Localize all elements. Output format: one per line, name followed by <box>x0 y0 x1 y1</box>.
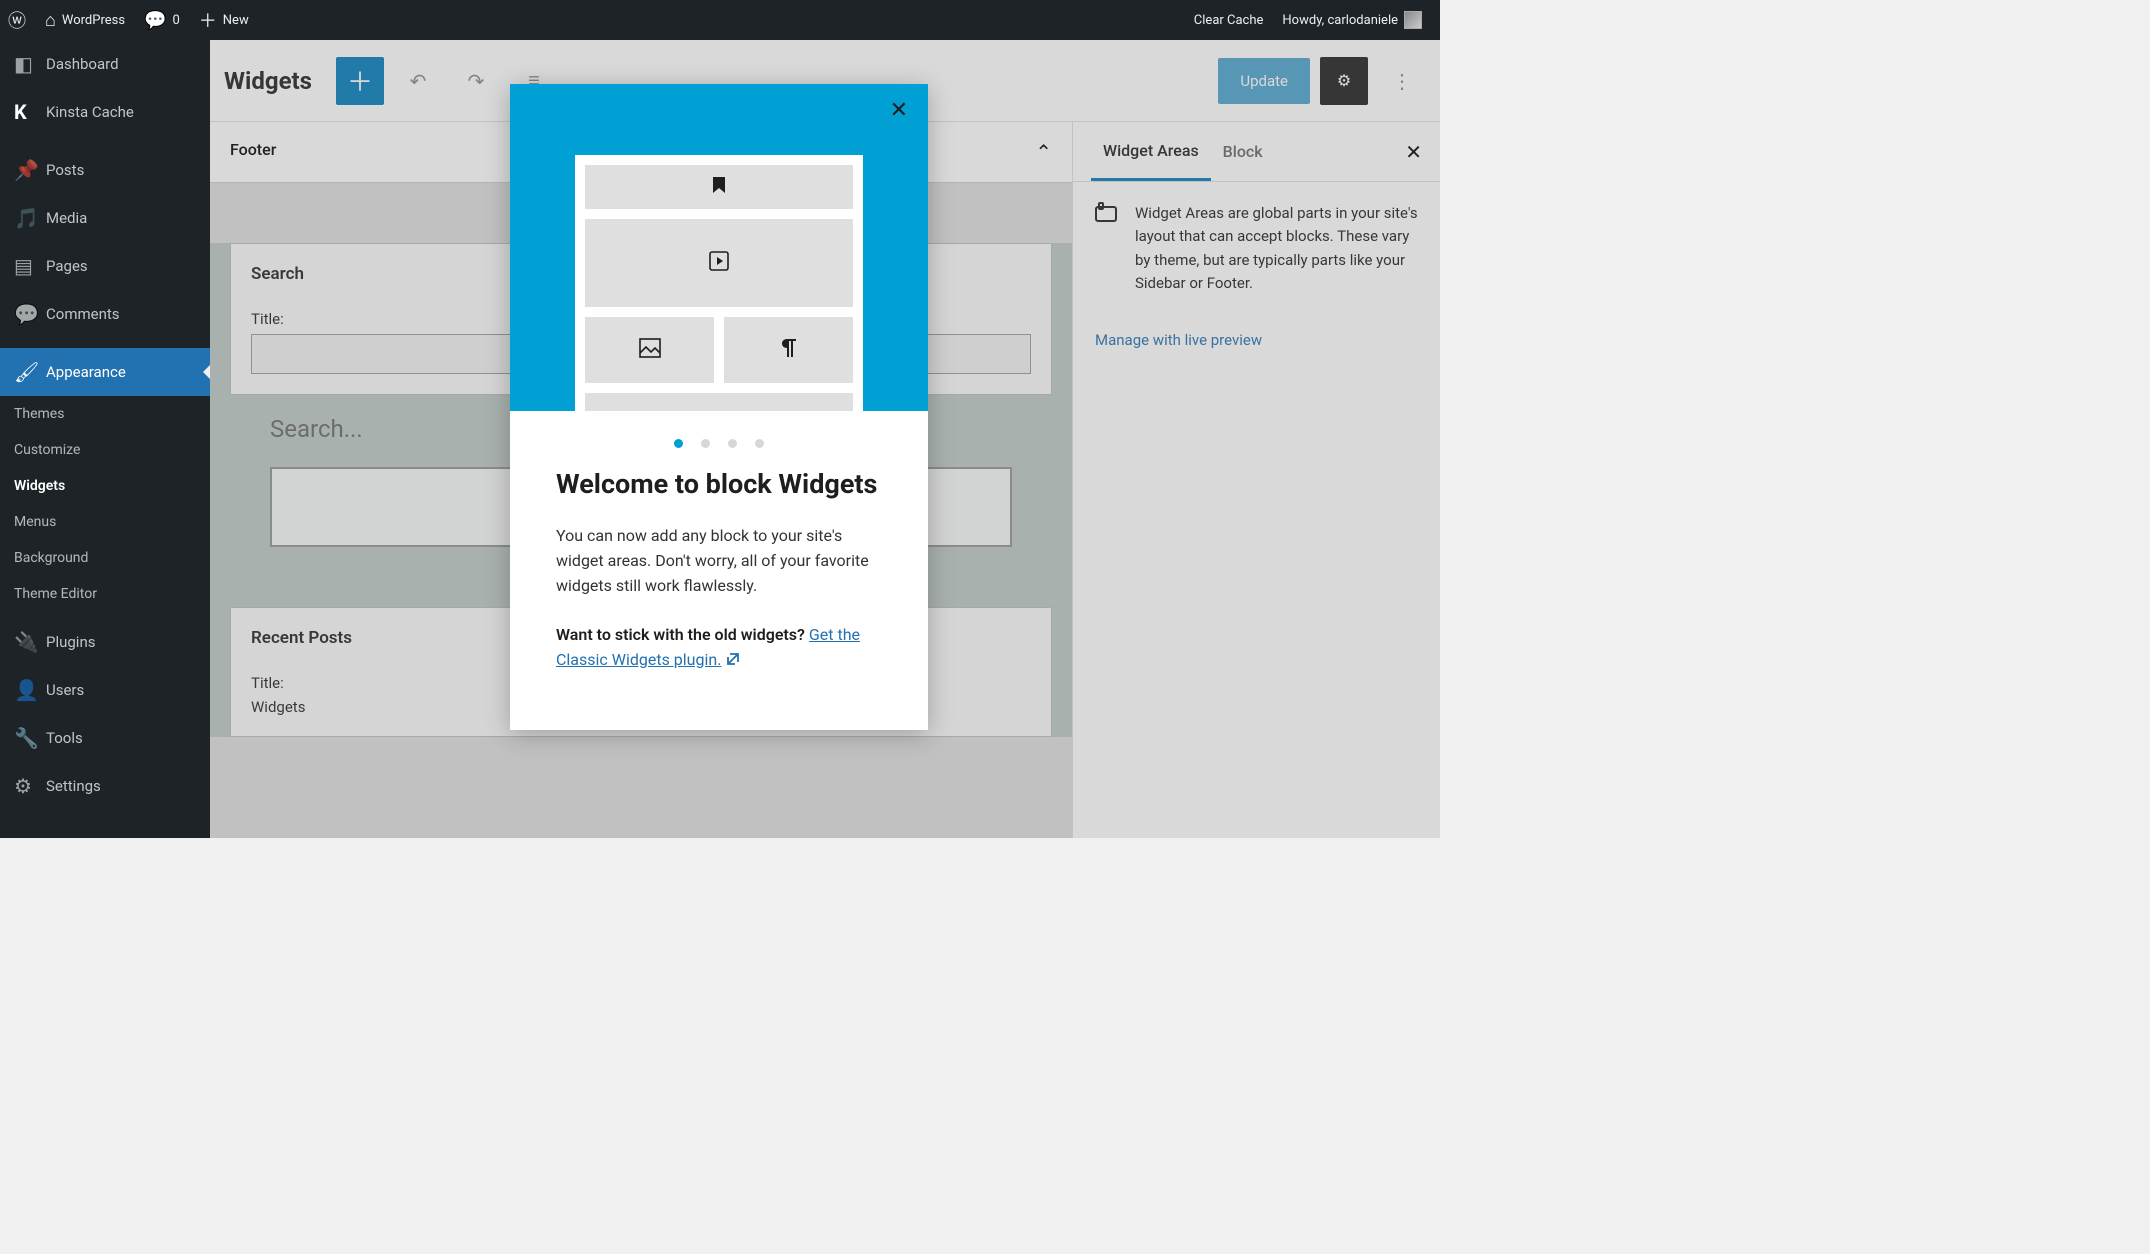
admin-sidebar: ◧Dashboard KKinsta Cache 📌Posts 🎵Media ▤… <box>0 40 210 838</box>
menu-users[interactable]: 👤Users <box>0 666 210 714</box>
howdy-user[interactable]: Howdy, carlodaniele <box>1274 0 1430 40</box>
close-modal-button[interactable]: ✕ <box>890 98 908 123</box>
submenu-widgets[interactable]: Widgets <box>0 468 210 504</box>
media-icon: 🎵 <box>14 206 34 230</box>
comments-bubble[interactable]: 💬0 <box>136 0 188 40</box>
settings-icon: ⚙ <box>14 774 34 798</box>
plug-icon: 🔌 <box>14 630 34 654</box>
menu-posts[interactable]: 📌Posts <box>0 146 210 194</box>
menu-dashboard[interactable]: ◧Dashboard <box>0 40 210 88</box>
dot-4[interactable] <box>755 439 764 448</box>
dot-3[interactable] <box>728 439 737 448</box>
external-link-icon <box>725 650 741 675</box>
wp-logo[interactable]: ⓦ <box>0 0 34 40</box>
comment-icon: 💬 <box>14 302 34 326</box>
appearance-submenu: Themes Customize Widgets Menus Backgroun… <box>0 396 210 612</box>
paragraph-icon <box>781 338 797 362</box>
clear-cache-link[interactable]: Clear Cache <box>1186 0 1272 40</box>
dot-2[interactable] <box>701 439 710 448</box>
menu-tools[interactable]: 🔧Tools <box>0 714 210 762</box>
page-icon: ▤ <box>14 254 34 278</box>
image-icon <box>639 338 661 362</box>
comments-count-label: 0 <box>172 13 179 28</box>
menu-kinsta-cache[interactable]: KKinsta Cache <box>0 88 210 136</box>
site-home[interactable]: ⌂WordPress <box>37 0 133 40</box>
hero-illustration <box>575 155 863 411</box>
pagination-dots <box>510 411 928 462</box>
bookmark-icon <box>711 176 727 198</box>
modal-text: You can now add any block to your site's… <box>556 524 882 598</box>
site-name-label: WordPress <box>62 13 125 28</box>
menu-pages[interactable]: ▤Pages <box>0 242 210 290</box>
modal-hero: ✕ <box>510 84 928 411</box>
brush-icon: 🖌 <box>14 360 34 384</box>
menu-comments[interactable]: 💬Comments <box>0 290 210 338</box>
submenu-background[interactable]: Background <box>0 540 210 576</box>
dot-1[interactable] <box>674 439 683 448</box>
avatar-icon <box>1404 11 1422 29</box>
menu-plugins[interactable]: 🔌Plugins <box>0 618 210 666</box>
admin-bar: ⓦ ⌂WordPress 💬0 ＋New Clear Cache Howdy, … <box>0 0 1440 40</box>
pin-icon: 📌 <box>14 158 34 182</box>
user-icon: 👤 <box>14 678 34 702</box>
menu-settings[interactable]: ⚙Settings <box>0 762 210 810</box>
menu-media[interactable]: 🎵Media <box>0 194 210 242</box>
modal-title: Welcome to block Widgets <box>556 466 882 502</box>
new-content[interactable]: ＋New <box>191 0 257 40</box>
kinsta-icon: K <box>14 100 34 124</box>
submenu-themes[interactable]: Themes <box>0 396 210 432</box>
submenu-theme-editor[interactable]: Theme Editor <box>0 576 210 612</box>
menu-appearance[interactable]: 🖌Appearance <box>0 348 210 396</box>
dashboard-icon: ◧ <box>14 52 34 76</box>
new-label: New <box>223 13 249 28</box>
play-icon <box>709 251 729 275</box>
submenu-customize[interactable]: Customize <box>0 432 210 468</box>
welcome-modal: ✕ Welcome to block Widgets You can now a… <box>510 84 928 730</box>
wrench-icon: 🔧 <box>14 726 34 750</box>
modal-alt-question: Want to stick with the old widgets? <box>556 625 809 644</box>
submenu-menus[interactable]: Menus <box>0 504 210 540</box>
